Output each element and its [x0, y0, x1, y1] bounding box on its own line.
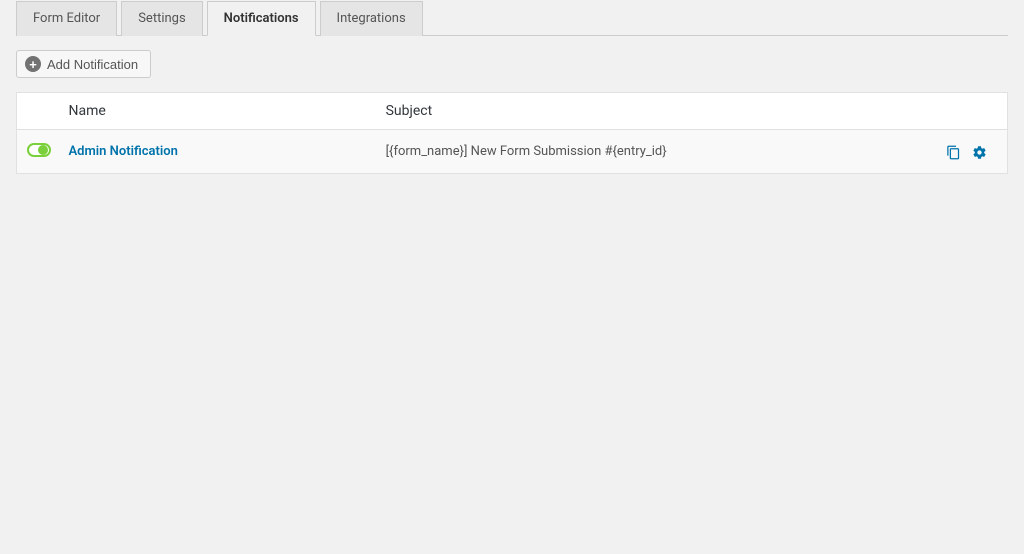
- add-notification-label: Add Notification: [47, 57, 138, 72]
- tab-settings[interactable]: Settings: [121, 1, 202, 36]
- plus-icon: +: [25, 56, 41, 72]
- notification-name-link[interactable]: Admin Notification: [69, 144, 178, 159]
- col-header-toggle: [17, 93, 57, 130]
- add-notification-button[interactable]: + Add Notification: [16, 50, 151, 78]
- col-header-name: Name: [57, 93, 374, 130]
- tab-form-editor[interactable]: Form Editor: [16, 1, 117, 36]
- notification-subject: [{form_name}] New Form Submission #{entr…: [386, 144, 667, 159]
- col-header-actions: [918, 93, 1008, 130]
- gear-icon[interactable]: [972, 142, 987, 161]
- toolbar: + Add Notification: [16, 36, 1008, 92]
- table-row: Admin Notification [{form_name}] New For…: [17, 130, 1008, 174]
- tabs-bar: Form Editor Settings Notifications Integ…: [16, 0, 1008, 36]
- duplicate-icon[interactable]: [946, 142, 961, 161]
- col-header-subject: Subject: [374, 93, 918, 130]
- tab-integrations[interactable]: Integrations: [320, 1, 423, 36]
- tab-notifications[interactable]: Notifications: [207, 1, 316, 36]
- enable-toggle[interactable]: [27, 143, 51, 157]
- notifications-table: Name Subject Admin Notification [{form_n…: [16, 92, 1008, 174]
